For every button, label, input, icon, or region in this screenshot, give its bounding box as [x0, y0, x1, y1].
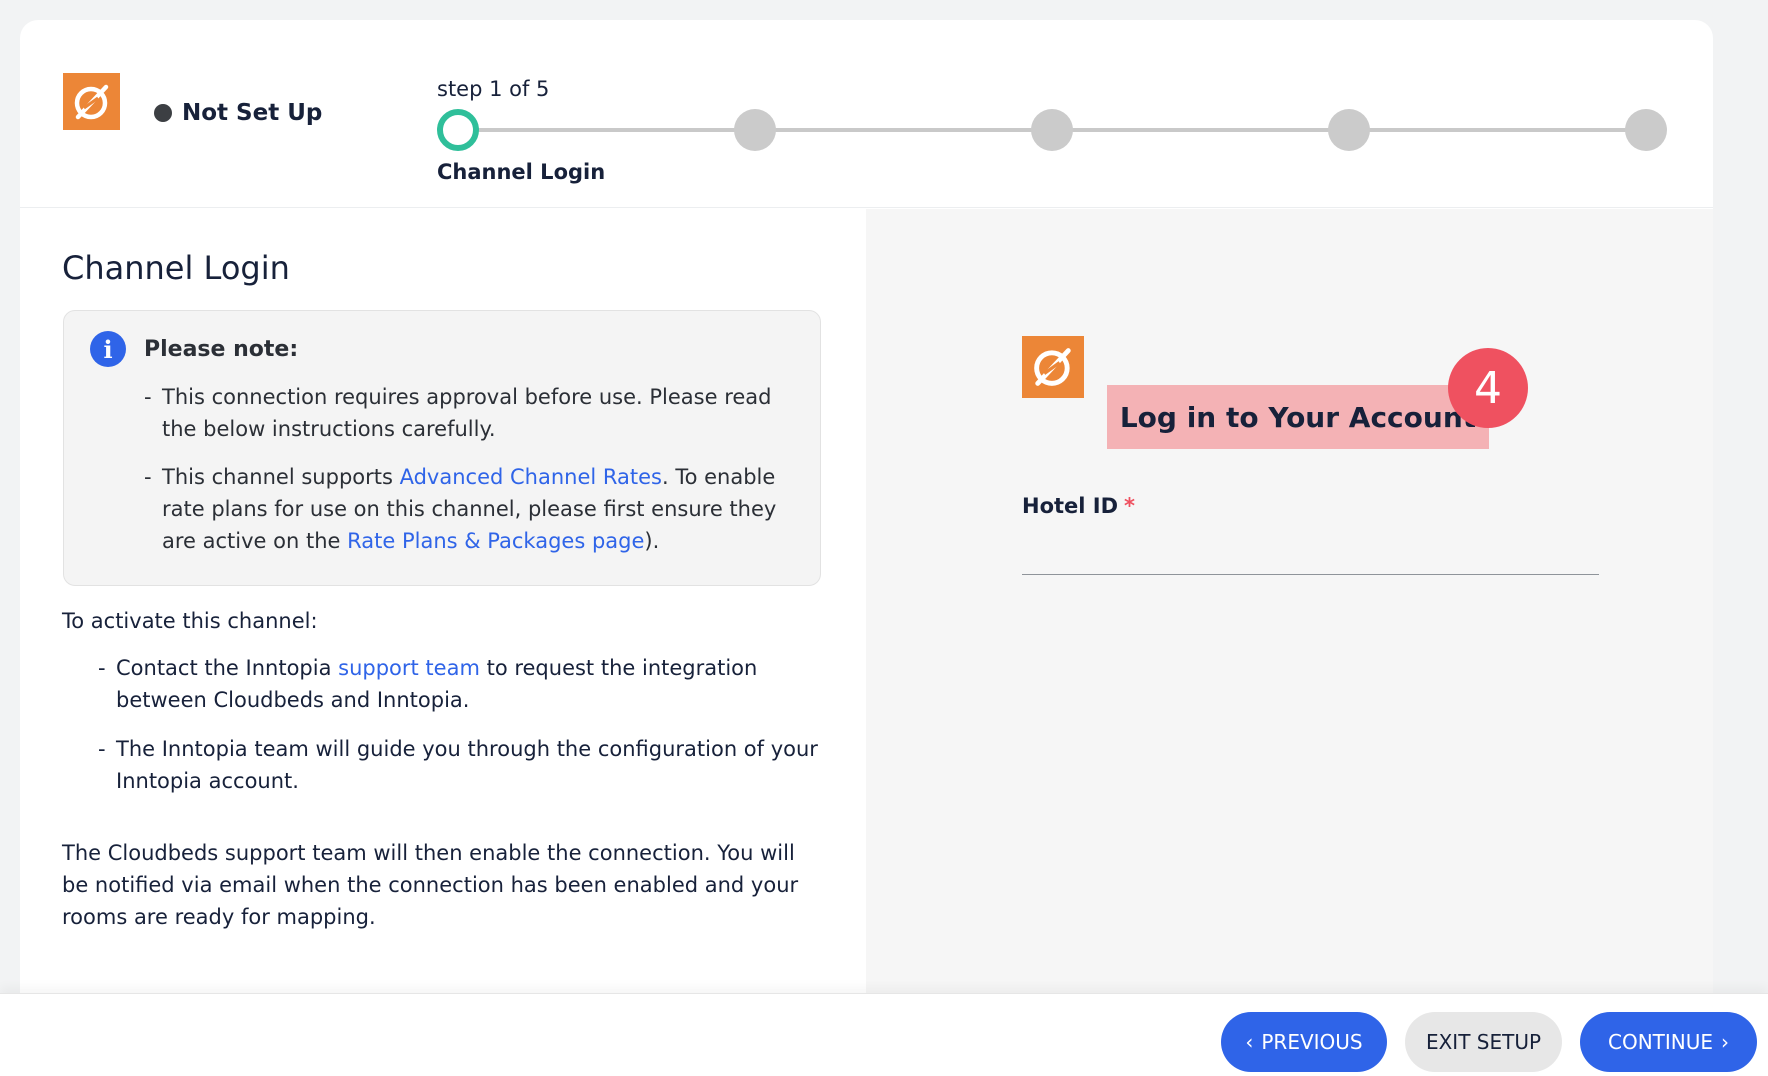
note-list: - This connection requires approval befo… [144, 381, 804, 573]
note-item-text: This channel supports Advanced Channel R… [162, 465, 777, 553]
status-label: Not Set Up [182, 100, 323, 126]
previous-button[interactable]: ‹ PREVIOUS [1221, 1012, 1387, 1072]
step-3-dot [1031, 109, 1073, 151]
section-title: Channel Login [62, 249, 290, 287]
exit-setup-button[interactable]: EXIT SETUP [1405, 1012, 1562, 1072]
chevron-left-icon: ‹ [1245, 1030, 1254, 1054]
required-marker: * [1124, 494, 1136, 518]
footer-bar: ‹ PREVIOUS EXIT SETUP CONTINUE › [0, 993, 1768, 1076]
chevron-right-icon: › [1721, 1030, 1730, 1054]
step-counter: step 1 of 5 [437, 77, 550, 101]
hotel-id-label: Hotel ID * [1022, 494, 1136, 518]
hotel-id-input[interactable] [1022, 525, 1599, 575]
login-panel: Log in to Your Account 4 Hotel ID * [866, 209, 1713, 1020]
activate-intro: To activate this channel: [62, 609, 318, 633]
login-heading: Log in to Your Account [1119, 400, 1477, 434]
note-item-text: This connection requires approval before… [162, 385, 772, 441]
step-1-dot [437, 109, 479, 151]
note-title: Please note: [144, 337, 299, 362]
step-5-dot [1625, 109, 1667, 151]
setup-header: Not Set Up step 1 of 5 Channel Login [20, 20, 1713, 208]
activate-list: - Contact the Inntopia support team to r… [98, 652, 838, 814]
note-item: - This channel supports Advanced Channel… [144, 461, 804, 557]
setup-card: Not Set Up step 1 of 5 Channel Login Cha… [20, 20, 1713, 1020]
info-icon: i [90, 331, 126, 367]
note-item: - This connection requires approval befo… [144, 381, 804, 445]
list-item: - Contact the Inntopia support team to r… [98, 652, 838, 716]
connection-status: Not Set Up [154, 100, 322, 126]
channel-logo [63, 73, 120, 130]
channel-logo-icon [1034, 348, 1071, 386]
closing-text: The Cloudbeds support team will then ena… [62, 841, 799, 929]
instructions-panel: Channel Login i Please note: - This conn… [20, 209, 866, 1020]
list-item-text: The Inntopia team will guide you through… [116, 737, 818, 793]
rate-plans-packages-link[interactable]: Rate Plans & Packages page [347, 529, 644, 553]
note-box: i Please note: - This connection require… [63, 310, 821, 586]
list-item-text: Contact the Inntopia support team to req… [116, 656, 758, 712]
step-number-badge: 4 [1448, 348, 1528, 428]
advanced-channel-rates-link[interactable]: Advanced Channel Rates [400, 465, 662, 489]
continue-button[interactable]: CONTINUE › [1580, 1012, 1757, 1072]
channel-logo-icon [74, 84, 108, 119]
channel-logo [1022, 336, 1084, 398]
list-item: - The Inntopia team will guide you throu… [98, 733, 838, 797]
status-dot-icon [154, 104, 172, 122]
login-heading-highlight: Log in to Your Account [1107, 385, 1489, 449]
support-team-link[interactable]: support team [338, 656, 480, 680]
current-step-label: Channel Login [437, 160, 606, 184]
step-2-dot [734, 109, 776, 151]
step-4-dot [1328, 109, 1370, 151]
